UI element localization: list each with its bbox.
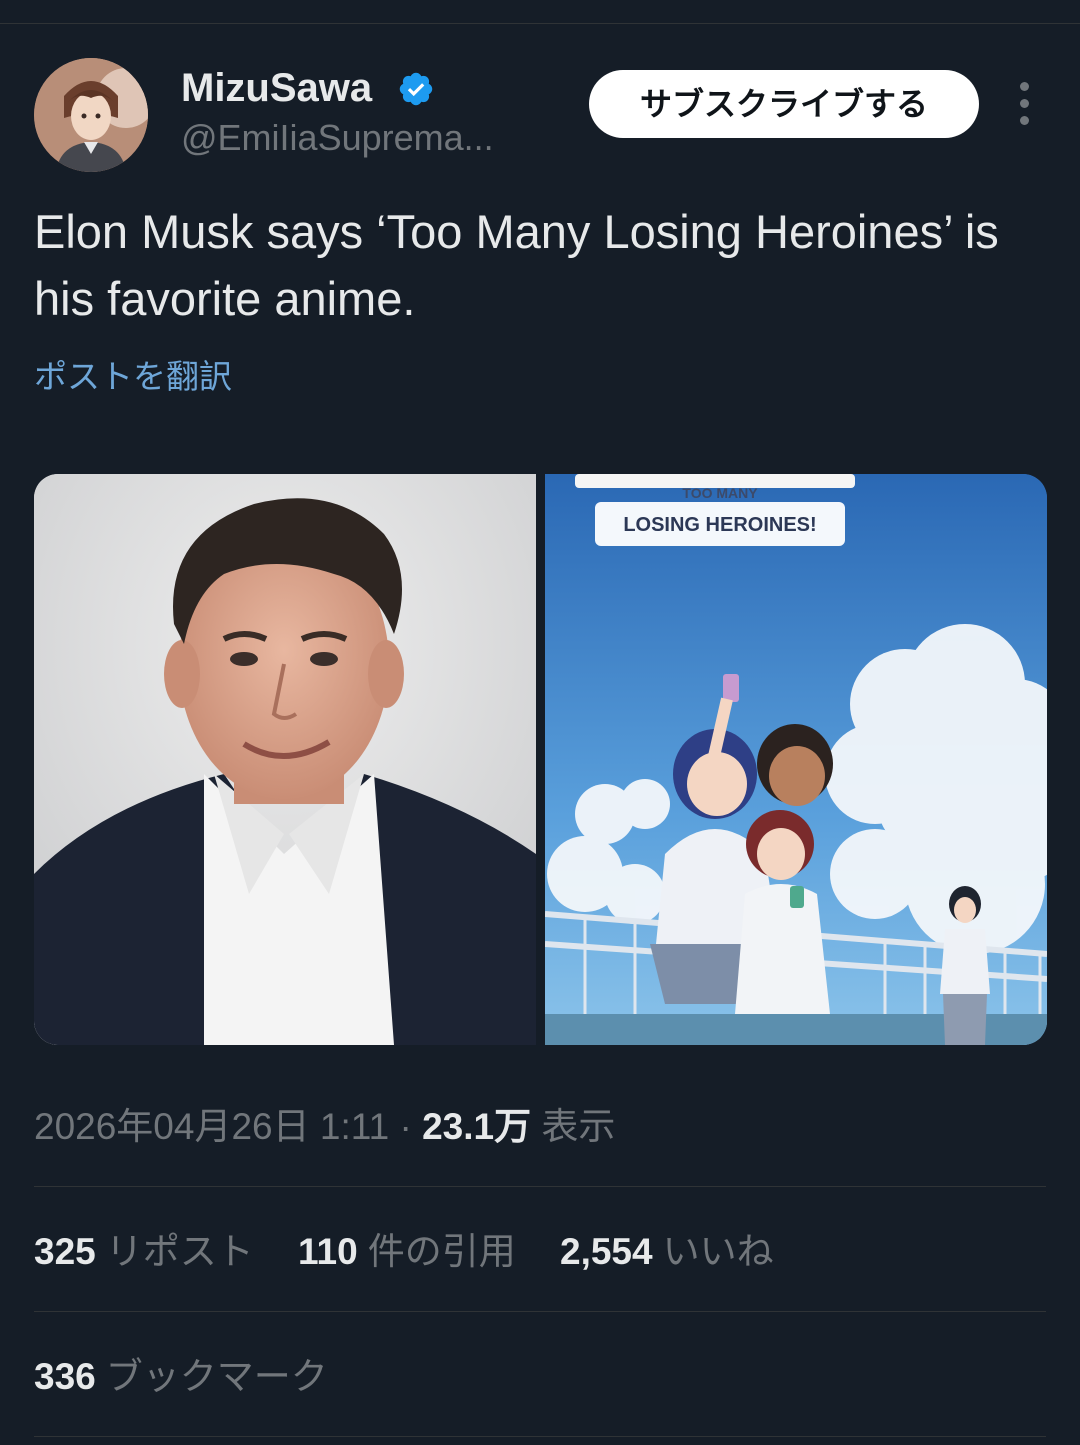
bookmarks-stat[interactable]: 336 ブックマーク [34,1352,328,1402]
meta-separator: · [399,1106,412,1147]
likes-label: いいね [662,1231,774,1272]
timestamp[interactable]: 2026年04月26日 1:11 [34,1106,389,1147]
quotes-stat[interactable]: 110 件の引用 [298,1227,516,1277]
divider [34,1186,1046,1187]
poster-logo-line2: LOSING HEROINES! [623,514,816,536]
verified-badge-icon [397,70,435,108]
engagement-stats: 325 リポスト 110 件の引用 2,554 いいね [34,1227,808,1277]
views-count: 23.1万 [422,1106,532,1147]
quotes-count: 110 [298,1231,358,1272]
avatar-image [34,58,148,172]
reposts-stat[interactable]: 325 リポスト [34,1227,254,1277]
tweet-text: Elon Musk says ‘Too Many Losing Heroines… [34,205,999,325]
quotes-label: 件の引用 [367,1231,516,1272]
poster-logo-line1: TOO MANY [682,485,758,501]
more-vertical-icon[interactable] [1010,82,1038,128]
bookmarks-count: 336 [34,1356,96,1397]
media-grid: TOO MANY LOSING HEROINES! [34,474,1047,1045]
reposts-label: リポスト [105,1231,254,1272]
reposts-count: 325 [34,1231,96,1272]
top-divider [0,23,1080,24]
bookmarks-label: ブックマーク [105,1356,328,1397]
media-photo-portrait[interactable] [34,474,536,1045]
author-handle[interactable]: @EmiIiaSuprema... [181,116,551,160]
views-label: 表示 [541,1106,616,1147]
likes-stat[interactable]: 2,554 いいね [560,1227,774,1277]
divider [34,1311,1046,1312]
portrait-image [34,474,536,1045]
author-display-name[interactable]: MizuSawa [181,64,372,112]
anime-poster-image: TOO MANY LOSING HEROINES! [545,474,1047,1045]
likes-count: 2,554 [560,1231,653,1272]
avatar[interactable] [34,58,148,172]
media-photo-anime-poster[interactable]: TOO MANY LOSING HEROINES! [545,474,1047,1045]
subscribe-button[interactable]: サブスクライブする [589,70,979,138]
divider [34,1436,1046,1437]
translate-post-link[interactable]: ポストを翻訳 [34,352,232,402]
tweet-meta: 2026年04月26日 1:11 · 23.1万 表示 [34,1102,615,1152]
